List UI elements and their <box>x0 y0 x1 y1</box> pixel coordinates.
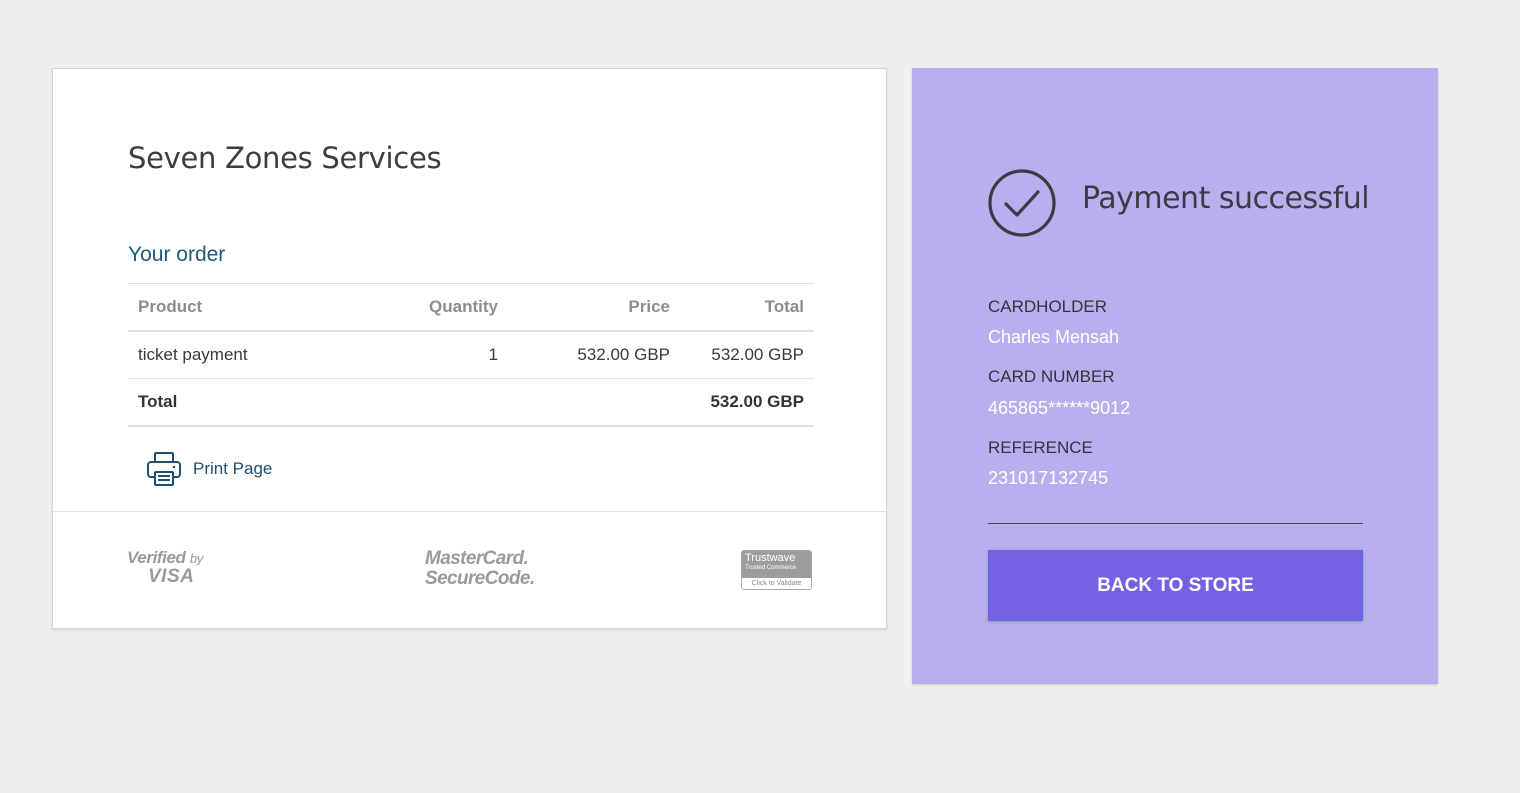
cardholder-label: CARDHOLDER <box>988 297 1108 316</box>
column-header-quantity: Quantity <box>338 283 508 332</box>
card-number-label: CARD NUMBER <box>988 367 1115 386</box>
merchant-name: Seven Zones Services <box>128 141 442 175</box>
item-product: ticket payment <box>128 331 338 379</box>
print-page-label: Print Page <box>193 459 273 478</box>
item-quantity: 1 <box>338 331 508 379</box>
column-header-total: Total <box>680 283 814 332</box>
order-heading: Your order <box>128 243 226 266</box>
table-row: ticket payment 1 532.00 GBP 532.00 GBP <box>128 331 814 379</box>
column-header-price: Price <box>508 283 680 332</box>
order-card: Seven Zones Services Your order Product … <box>52 68 887 629</box>
item-total: 532.00 GBP <box>680 331 814 379</box>
item-price: 532.00 GBP <box>508 331 680 379</box>
trustwave-seal[interactable]: Trustwave Trusted Commerce Click to Vali… <box>741 550 812 590</box>
cardholder-value: Charles Mensah <box>988 327 1120 347</box>
verified-by-visa-logo: Verified by VISA <box>127 548 203 587</box>
status-divider <box>988 523 1363 524</box>
total-label: Total <box>128 378 338 427</box>
column-header-product: Product <box>128 283 338 332</box>
order-table: Product Quantity Price Total ticket paym… <box>128 283 814 427</box>
print-page-link[interactable]: Print Page <box>146 451 272 487</box>
payment-status-panel: Payment successful CARDHOLDER Charles Me… <box>912 68 1438 684</box>
payment-status-title: Payment successful <box>1082 181 1370 216</box>
mastercard-securecode-logo: MasterCard. SecureCode. <box>425 548 535 589</box>
card-divider <box>53 511 886 512</box>
card-number-value: 465865******9012 <box>988 398 1131 418</box>
check-circle-icon <box>987 168 1057 238</box>
reference-value: 231017132745 <box>988 468 1109 488</box>
total-amount: 532.00 GBP <box>680 378 814 427</box>
total-row: Total 532.00 GBP <box>128 378 814 427</box>
printer-icon <box>146 451 182 487</box>
reference-label: REFERENCE <box>988 438 1093 457</box>
table-header-row: Product Quantity Price Total <box>128 283 814 332</box>
back-to-store-button[interactable]: BACK TO STORE <box>988 550 1363 621</box>
